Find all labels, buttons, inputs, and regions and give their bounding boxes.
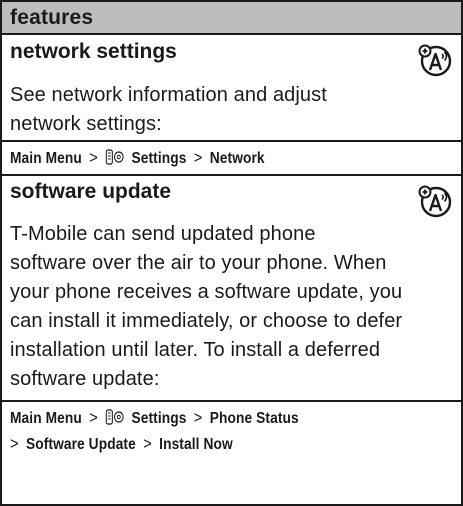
table-header-title: features: [10, 6, 94, 29]
features-table: features network settings See network in…: [0, 0, 463, 506]
network-nav-path: Main Menu > Settings > Network: [10, 148, 265, 168]
body-line: network settings:: [10, 113, 162, 135]
network-feature-icon: [418, 44, 452, 77]
body-line: can install it immediately, or choose to…: [10, 310, 403, 332]
nav-phone-status: Phone Status: [209, 410, 299, 427]
body-line: software over the air to your phone. Whe…: [10, 252, 387, 274]
body-line: T-Mobile can send updated phone: [10, 223, 316, 245]
settings-gear-icon: [105, 409, 124, 425]
nav-software-update: Software Update: [25, 436, 136, 453]
nav-separator: >: [10, 434, 19, 453]
nav-settings: Settings: [131, 150, 187, 167]
nav-network: Network: [209, 150, 265, 167]
software-update-nav-path-line2: > Software Update > Install Now: [10, 434, 233, 454]
body-line: installation until later. To install a d…: [10, 339, 381, 361]
nav-separator: >: [193, 408, 203, 427]
settings-gear-icon: [105, 149, 124, 165]
nav-install-now: Install Now: [159, 436, 233, 453]
software-update-heading: software update: [10, 180, 172, 203]
nav-separator: >: [89, 148, 98, 167]
software-update-description: T-Mobile can send updated phone software…: [10, 220, 402, 394]
body-line: See network information and adjust: [10, 84, 327, 106]
software-update-nav-path-line1: Main Menu > Settings > Phone Status: [10, 408, 299, 428]
nav-separator: >: [193, 148, 203, 167]
network-feature-icon: [418, 185, 452, 218]
row-divider: [2, 140, 461, 142]
network-settings-heading: network settings: [10, 40, 177, 63]
body-line: software update:: [10, 368, 160, 390]
nav-main-menu: Main Menu: [10, 410, 82, 427]
nav-separator: >: [143, 434, 152, 453]
row-divider: [2, 400, 461, 402]
nav-separator: >: [89, 408, 98, 427]
nav-main-menu: Main Menu: [10, 150, 82, 167]
network-settings-description: See network information and adjust netwo…: [10, 81, 327, 139]
body-line: your phone receives a software update, y…: [10, 281, 403, 303]
row-divider: [2, 174, 461, 176]
manual-page: features network settings See network in…: [0, 0, 463, 506]
table-header: features: [2, 2, 461, 35]
nav-settings: Settings: [131, 410, 187, 427]
